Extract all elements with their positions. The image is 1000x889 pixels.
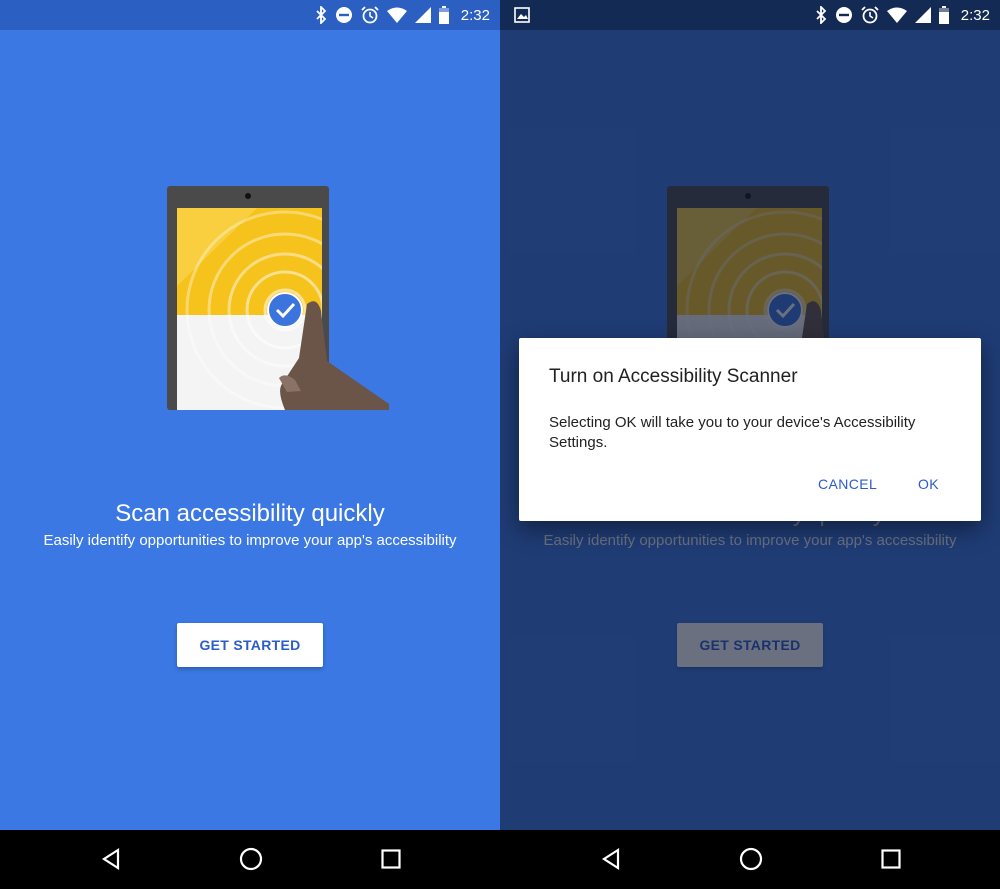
onboarding-headline: Scan accessibility quickly <box>115 500 385 527</box>
navigation-bar <box>0 830 500 889</box>
wifi-icon <box>886 7 907 23</box>
bluetooth-icon <box>816 6 827 24</box>
alarm-icon <box>861 6 879 24</box>
back-icon <box>101 848 120 870</box>
clock: 2:32 <box>960 6 990 24</box>
recents-icon <box>881 849 901 869</box>
get-started-button[interactable]: GET STARTED <box>177 623 323 667</box>
gallery-notification-icon <box>514 7 530 23</box>
recents-button[interactable] <box>376 844 406 874</box>
onboarding-screen-with-dialog: Scan accessibility quickly Easily identi… <box>500 0 1000 889</box>
dialog-title: Turn on Accessibility Scanner <box>549 366 798 387</box>
status-bar: 2:32 <box>0 0 500 30</box>
home-icon <box>739 847 763 871</box>
back-button[interactable] <box>96 844 126 874</box>
enable-scanner-dialog: Turn on Accessibility Scanner Selecting … <box>519 338 981 521</box>
cancel-button[interactable]: CANCEL <box>818 476 877 492</box>
recents-button[interactable] <box>876 844 906 874</box>
back-icon <box>601 848 620 870</box>
back-button[interactable] <box>596 844 626 874</box>
wifi-icon <box>386 7 407 23</box>
signal-icon <box>414 7 431 23</box>
recents-icon <box>381 849 401 869</box>
dialog-message: Selecting OK will take you to your devic… <box>549 414 916 451</box>
home-button[interactable] <box>236 844 266 874</box>
battery-icon <box>438 6 449 24</box>
home-button[interactable] <box>736 844 766 874</box>
scan-illustration <box>167 186 389 410</box>
onboarding-description: Easily identify opportunities to improve… <box>43 532 457 549</box>
do-not-disturb-icon <box>335 7 352 23</box>
do-not-disturb-icon <box>835 7 852 23</box>
home-icon <box>239 847 263 871</box>
bluetooth-icon <box>316 6 327 24</box>
signal-icon <box>914 7 931 23</box>
ok-button[interactable]: OK <box>918 476 939 492</box>
clock: 2:32 <box>460 6 490 24</box>
battery-icon <box>938 6 949 24</box>
navigation-bar <box>500 830 1000 889</box>
onboarding-screen: 2:32 Scan accessibility quickly Easily i… <box>0 0 500 889</box>
status-bar: 2:32 <box>500 0 1000 30</box>
alarm-icon <box>361 6 379 24</box>
